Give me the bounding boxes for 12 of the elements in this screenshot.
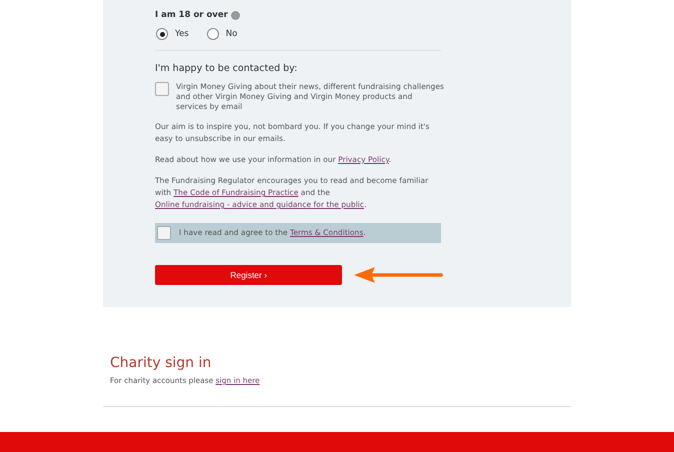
arrow-icon [354,265,445,285]
info-icon[interactable] [230,10,240,20]
radio-button[interactable] [156,28,168,40]
radio-label: Yes [175,29,189,39]
charity-heading: Charity sign in [110,355,212,371]
age-question-label: I am 18 or over [155,10,228,20]
register-button[interactable]: Register › [155,265,342,285]
radio-label: No [226,29,238,39]
checkbox[interactable] [155,82,169,96]
contact-heading: I'm happy to be contacted by: [155,63,298,74]
radio-button[interactable] [206,28,219,40]
checkbox[interactable] [157,226,171,240]
